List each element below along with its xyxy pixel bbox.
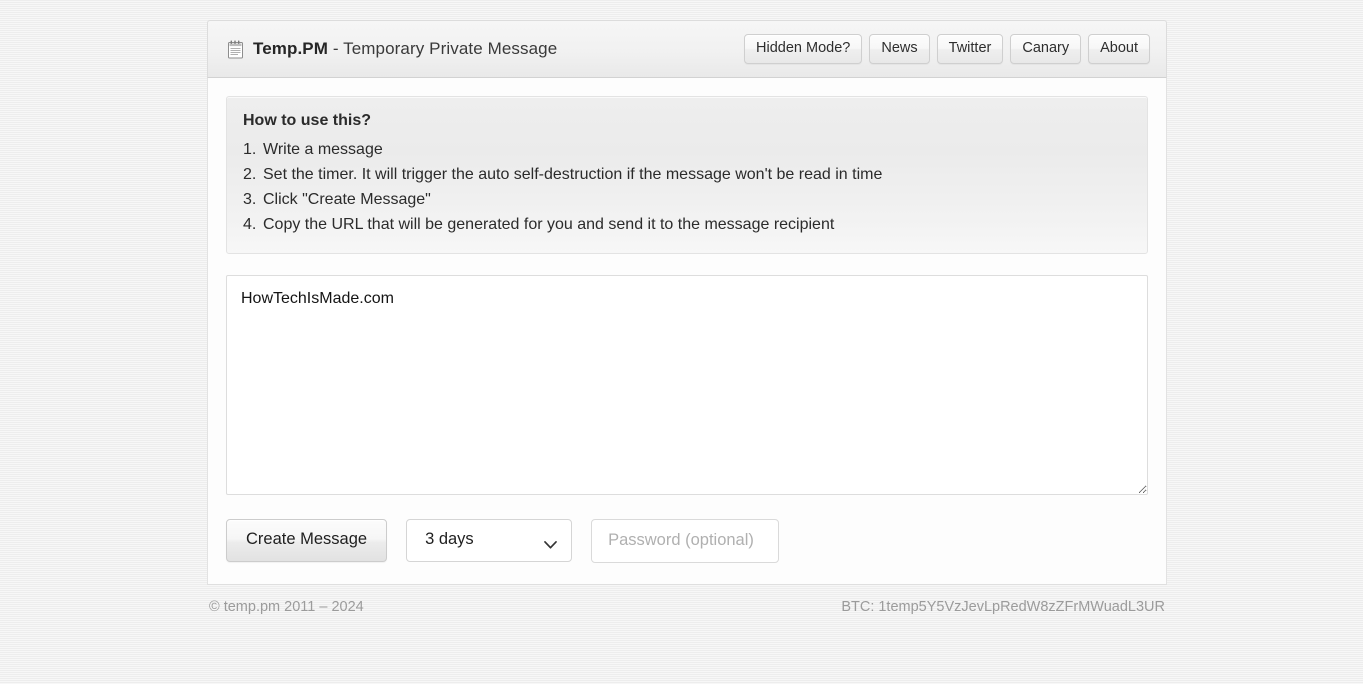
- list-item: 4. Copy the URL that will be generated fo…: [243, 212, 1131, 237]
- nav-hidden-mode-button[interactable]: Hidden Mode?: [744, 33, 863, 65]
- site-footer: © temp.pm 2011 – 2024 BTC: 1temp5Y5VzJev…: [207, 585, 1167, 615]
- nav-canary-button[interactable]: Canary: [1010, 33, 1082, 65]
- brand-tagline: - Temporary Private Message: [328, 39, 558, 58]
- password-input[interactable]: [591, 518, 780, 563]
- step-text: Copy the URL that will be generated for …: [263, 215, 835, 233]
- notepad-icon: [227, 40, 244, 59]
- step-number: 1.: [243, 140, 257, 158]
- app-container: Temp.PM - Temporary Private Message Hidd…: [207, 20, 1167, 615]
- controls-row: Create Message 3 days: [226, 518, 1148, 563]
- site-header: Temp.PM - Temporary Private Message Hidd…: [207, 20, 1167, 78]
- timer-select[interactable]: 3 days: [406, 519, 573, 562]
- list-item: 1. Write a message: [243, 137, 1131, 162]
- btc-address: BTC: 1temp5Y5VzJevLpRedW8zZFrMWuadL3UR: [841, 598, 1165, 615]
- page-title: Temp.PM - Temporary Private Message: [253, 39, 557, 59]
- main-nav: Hidden Mode? News Twitter Canary About: [744, 33, 1150, 65]
- step-number: 4.: [243, 215, 257, 233]
- step-text: Click "Create Message": [263, 190, 431, 208]
- how-to-list: 1. Write a message 2. Set the timer. It wi…: [243, 137, 1131, 237]
- nav-news-button[interactable]: News: [869, 33, 930, 65]
- brand-name: Temp.PM: [253, 39, 329, 58]
- message-area-wrapper: [226, 274, 1148, 495]
- copyright-text: © temp.pm 2011 – 2024: [209, 598, 364, 615]
- step-text: Write a message: [263, 140, 383, 158]
- step-number: 3.: [243, 190, 257, 208]
- main-content: How to use this? 1. Write a message 2. Set…: [207, 78, 1167, 585]
- how-to-panel: How to use this? 1. Write a message 2. Set…: [226, 96, 1148, 254]
- how-to-title: How to use this?: [243, 112, 371, 129]
- step-text: Set the timer. It will trigger the auto …: [263, 165, 883, 183]
- timer-select-wrapper: 3 days: [406, 519, 573, 562]
- list-item: 3. Click "Create Message": [243, 187, 1131, 212]
- brand: Temp.PM - Temporary Private Message: [227, 39, 557, 59]
- step-number: 2.: [243, 165, 257, 183]
- nav-twitter-button[interactable]: Twitter: [936, 33, 1004, 65]
- list-item: 2. Set the timer. It will trigger the aut…: [243, 162, 1131, 187]
- message-textarea[interactable]: [226, 274, 1148, 495]
- create-message-button[interactable]: Create Message: [226, 519, 388, 562]
- nav-about-button[interactable]: About: [1088, 33, 1150, 65]
